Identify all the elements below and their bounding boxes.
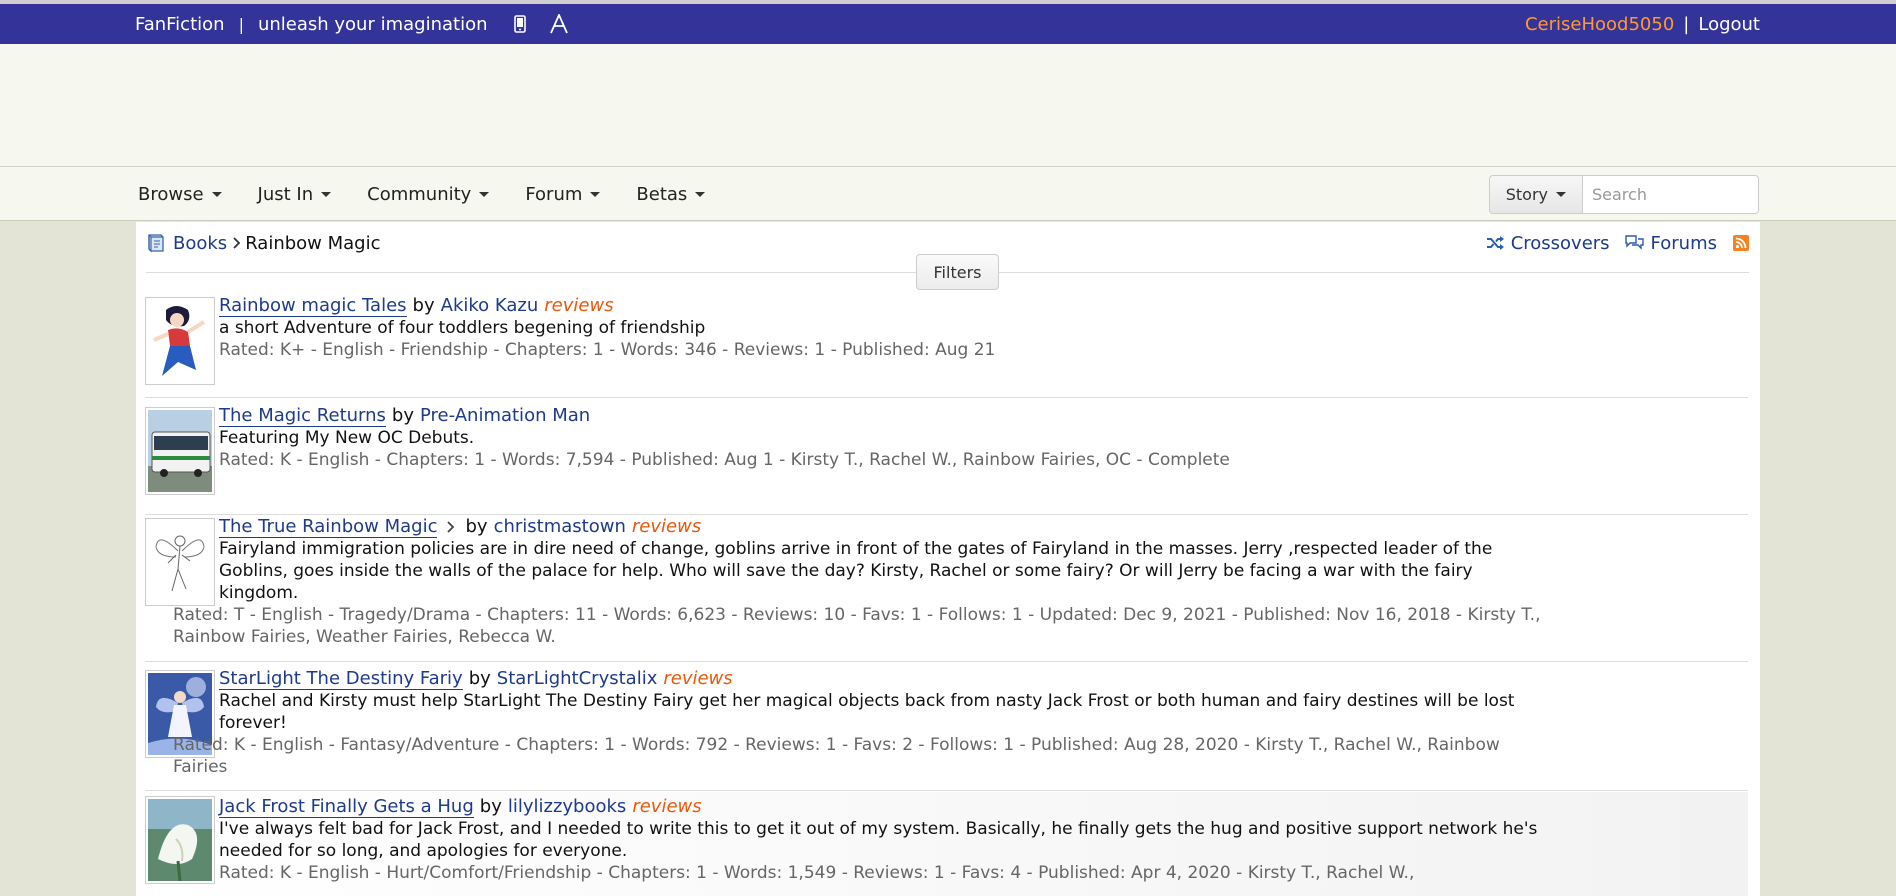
reviews-link[interactable]: reviews	[544, 295, 613, 316]
ad-area	[0, 44, 1896, 167]
story-meta: Rated: K - English - Chapters: 1 - Words…	[219, 450, 1230, 470]
story-summary: Fairyland immigration policies are in di…	[219, 539, 1493, 603]
by-label: by	[391, 405, 414, 426]
story-summary: I've always felt bad for Jack Frost, and…	[219, 819, 1538, 861]
caret-down-icon	[695, 191, 706, 197]
by-label: by	[468, 668, 491, 689]
rss-icon[interactable]	[1733, 235, 1749, 251]
story-row: The True Rainbow Magic by christmastown rev…	[145, 516, 1748, 662]
forums-link[interactable]: Forums	[1624, 233, 1717, 254]
story-body: The Magic Returns by Pre-Animation Man Fea…	[219, 405, 1548, 471]
nav-just-in[interactable]: Just In	[258, 184, 332, 205]
caret-down-icon	[321, 191, 332, 197]
story-row: Jack Frost Finally Gets a Hug by lilylizzy…	[145, 792, 1748, 896]
main-nav: Browse Just In Community Forum Betas Sto…	[0, 167, 1896, 221]
story-meta: Rated: T - English - Tragedy/Drama - Cha…	[173, 605, 1541, 647]
search-input[interactable]	[1583, 175, 1759, 214]
nav-forum[interactable]: Forum	[525, 184, 601, 205]
story-title-link[interactable]: Rainbow magic Tales	[219, 295, 407, 317]
text-size-icon[interactable]	[549, 14, 568, 34]
filters-button[interactable]: Filters	[916, 254, 999, 290]
story-summary: Rachel and Kirsty must help StarLight Th…	[219, 691, 1515, 733]
nav-betas[interactable]: Betas	[636, 184, 706, 205]
story-row: The Magic Returns by Pre-Animation Man Fea…	[145, 405, 1748, 515]
breadcrumb: Books Rainbow Magic	[146, 230, 381, 256]
username-link[interactable]: CeriseHood5050	[1525, 14, 1674, 35]
story-title-link[interactable]: StarLight The Destiny Fariy	[219, 668, 463, 690]
breadcrumb-current: Rainbow Magic	[245, 232, 381, 254]
search-group: Story	[1488, 175, 1759, 214]
by-label: by	[465, 516, 488, 537]
caret-down-icon	[211, 191, 222, 197]
author-link[interactable]: StarLightCrystalix	[497, 668, 658, 689]
author-link[interactable]: christmastown	[494, 516, 626, 537]
mobile-icon[interactable]	[513, 15, 526, 33]
story-meta: Rated: K - English - Fantasy/Adventure -…	[173, 735, 1500, 777]
flower-photo-image	[148, 799, 212, 881]
crossovers-link[interactable]: Crossovers	[1486, 233, 1610, 254]
story-title-link[interactable]: The Magic Returns	[219, 405, 386, 427]
by-label: by	[479, 796, 502, 817]
nav-browse[interactable]: Browse	[138, 184, 222, 205]
by-label: by	[412, 295, 435, 316]
shuffle-icon	[1486, 236, 1504, 250]
anime-character-image	[148, 300, 212, 382]
story-row: Rainbow magic Tales by Akiko Kazu reviews a…	[145, 295, 1748, 398]
reviews-link[interactable]: reviews	[632, 796, 701, 817]
story-meta: Rated: K - English - Hurt/Comfort/Friend…	[219, 863, 1415, 883]
chevron-right-icon	[231, 236, 241, 250]
story-body: Jack Frost Finally Gets a Hug by lilylizzy…	[219, 796, 1548, 884]
user-divider: |	[1683, 13, 1690, 35]
author-link[interactable]: Pre-Animation Man	[420, 405, 590, 426]
story-body: The True Rainbow Magic by christmastown rev…	[173, 516, 1548, 648]
story-body: StarLight The Destiny Fariy by StarLightCr…	[173, 668, 1548, 778]
caret-down-icon	[590, 191, 601, 197]
story-summary: Featuring My New OC Debuts.	[219, 428, 475, 448]
story-thumbnail[interactable]	[145, 297, 215, 385]
story-thumbnail[interactable]	[145, 518, 215, 606]
site-tagline: unleash your imagination	[257, 13, 488, 35]
top-bar: FanFiction | unleash your imagination Ce…	[0, 0, 1896, 44]
story-title-link[interactable]: The True Rainbow Magic	[219, 516, 438, 538]
filters-row: Filters	[146, 254, 1749, 290]
story-meta: Rated: K+ - English - Friendship - Chapt…	[219, 340, 996, 360]
reviews-link[interactable]: reviews	[632, 516, 701, 537]
nav-community[interactable]: Community	[367, 184, 490, 205]
site-logo[interactable]: FanFiction	[135, 14, 225, 35]
story-summary: a short Adventure of four toddlers begen…	[219, 318, 706, 338]
breadcrumb-books[interactable]: Books	[173, 233, 227, 254]
fairy-sketch-image	[148, 521, 212, 603]
author-link[interactable]: Akiko Kazu	[441, 295, 539, 316]
book-icon	[146, 233, 165, 253]
story-row: StarLight The Destiny Fariy by StarLightCr…	[145, 668, 1748, 791]
story-thumbnail[interactable]	[145, 407, 215, 495]
content-panel: Books Rainbow Magic Crossovers Forums Fi…	[136, 222, 1760, 896]
story-thumbnail[interactable]	[145, 796, 215, 884]
story-body: Rainbow magic Tales by Akiko Kazu reviews a…	[219, 295, 1548, 361]
search-type-dropdown[interactable]: Story	[1488, 175, 1583, 214]
topbar-separator: |	[238, 14, 244, 34]
category-links: Crossovers Forums	[1474, 230, 1749, 256]
story-title-link[interactable]: Jack Frost Finally Gets a Hug	[219, 796, 474, 818]
bus-photo-image	[148, 410, 212, 492]
logout-link[interactable]: Logout	[1698, 14, 1760, 35]
caret-down-icon	[1556, 192, 1566, 197]
caret-down-icon	[479, 191, 490, 197]
chat-bubbles-icon	[1624, 235, 1644, 250]
author-link[interactable]: lilylizzybooks	[508, 796, 626, 817]
reviews-link[interactable]: reviews	[663, 668, 732, 689]
chevron-right-icon[interactable]	[445, 520, 455, 534]
